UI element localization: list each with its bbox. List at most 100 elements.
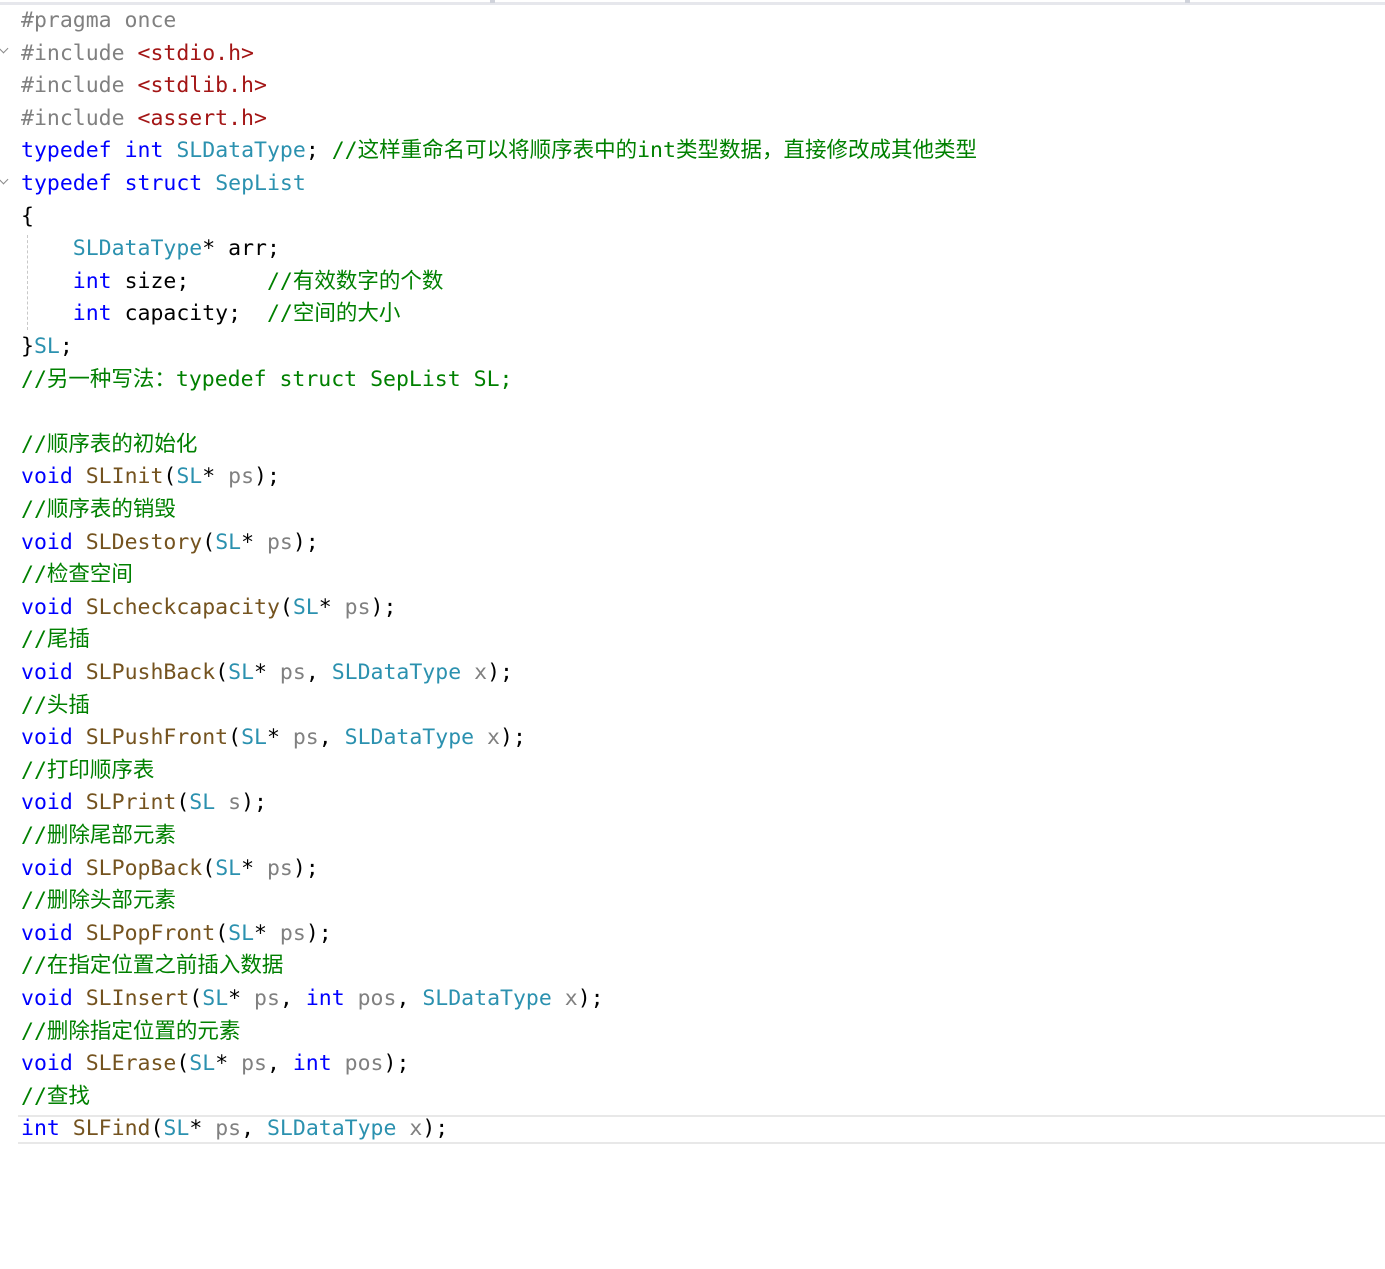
- code-token: SLInsert: [85, 986, 190, 1011]
- code-line[interactable]: //检查空间: [21, 559, 133, 591]
- code-token: SLDataType: [266, 1116, 397, 1142]
- code-token: pos: [357, 986, 397, 1011]
- code-token: SL: [176, 464, 203, 490]
- code-line[interactable]: //顺序表的销毁: [21, 494, 176, 526]
- code-line[interactable]: void SLcheckcapacity(SL* ps);: [21, 592, 396, 624]
- code-token: SLDataType: [331, 660, 462, 685]
- code-line[interactable]: #include <stdio.h>: [21, 38, 254, 70]
- code-line[interactable]: //打印顺序表: [21, 755, 154, 787]
- code-line[interactable]: }SL;: [21, 331, 73, 363]
- outline-collapse-icon[interactable]: [0, 43, 9, 54]
- code-token: void: [21, 790, 73, 816]
- code-token: *: [266, 725, 293, 751]
- code-token: (: [202, 855, 216, 881]
- code-token: void: [21, 986, 73, 1011]
- code-token: SLcheckcapacity: [85, 594, 280, 620]
- code-token: void: [21, 529, 73, 555]
- code-token: //头插: [21, 692, 90, 718]
- code-line[interactable]: //删除指定位置的元素: [21, 1016, 240, 1048]
- code-line[interactable]: void SLDestory(SL* ps);: [21, 527, 319, 559]
- code-line[interactable]: void SLInsert(SL* ps, int pos, SLDataTyp…: [21, 983, 604, 1015]
- code-line[interactable]: void SLPopFront(SL* ps);: [21, 918, 332, 950]
- code-line[interactable]: void SLPushFront(SL* ps, SLDataType x);: [21, 722, 526, 754]
- code-token: void: [21, 464, 73, 490]
- code-line[interactable]: void SLPushBack(SL* ps, SLDataType x);: [21, 657, 513, 689]
- code-token: int: [21, 1116, 60, 1142]
- code-token: ps: [266, 855, 293, 881]
- code-token: //打印顺序表: [21, 757, 155, 783]
- code-token: //检查空间: [21, 562, 133, 588]
- code-token: #include: [21, 105, 138, 131]
- code-line[interactable]: //删除尾部元素: [21, 820, 176, 852]
- code-token: //另一种写法：typedef struct SepList SL;: [21, 366, 513, 392]
- code-token: );: [500, 725, 526, 751]
- code-line[interactable]: #include <stdlib.h>: [21, 70, 267, 102]
- code-line[interactable]: typedef struct SepList: [21, 168, 306, 200]
- code-line[interactable]: SLDataType* arr;: [21, 233, 280, 265]
- code-token: //删除指定位置的元素: [21, 1018, 241, 1044]
- code-token: *: [254, 660, 280, 685]
- code-token: //删除头部元素: [21, 888, 176, 914]
- code-token: size;: [111, 268, 267, 294]
- code-token: (: [163, 464, 177, 490]
- code-token: SL: [215, 855, 242, 881]
- code-line[interactable]: //另一种写法：typedef struct SepList SL;: [21, 364, 512, 396]
- code-token: //查找: [21, 1083, 90, 1109]
- code-token: );: [370, 594, 397, 620]
- code-token: SepList: [215, 171, 306, 196]
- tab-separator: [490, 0, 495, 3]
- code-line[interactable]: int SLFind(SL* ps, SLDataType x);: [21, 1113, 448, 1145]
- code-token: ;: [305, 138, 332, 164]
- code-line[interactable]: void SLErase(SL* ps, int pos);: [21, 1048, 409, 1080]
- code-line[interactable]: //头插: [21, 690, 90, 722]
- code-token: (: [189, 986, 203, 1011]
- code-line[interactable]: //顺序表的初始化: [21, 429, 197, 461]
- code-token: ,: [396, 986, 423, 1011]
- code-token: ps: [279, 660, 306, 685]
- code-token: );: [254, 464, 280, 490]
- code-token: void: [21, 594, 73, 620]
- code-line[interactable]: void SLInit(SL* ps);: [21, 461, 280, 493]
- code-token: //这样重命名可以将顺序表中的int类型数据，直接修改成其他类型: [331, 138, 977, 164]
- code-token: ps: [266, 529, 293, 555]
- code-line[interactable]: //尾插: [21, 624, 90, 656]
- code-token: ,: [318, 725, 345, 751]
- code-line[interactable]: //删除头部元素: [21, 885, 176, 917]
- code-token: SLPopFront: [85, 920, 216, 946]
- code-line[interactable]: void SLPrint(SL s);: [21, 787, 267, 819]
- outline-collapse-icon[interactable]: [0, 174, 9, 185]
- code-line[interactable]: #pragma once: [21, 5, 176, 37]
- code-line[interactable]: void SLPopBack(SL* ps);: [21, 853, 319, 885]
- code-token: ps: [279, 920, 306, 946]
- code-line[interactable]: int size; //有效数字的个数: [21, 266, 444, 298]
- code-line[interactable]: typedef int SLDataType; //这样重命名可以将顺序表中的i…: [21, 135, 977, 167]
- code-token: int: [124, 138, 164, 164]
- code-token: void: [21, 920, 73, 946]
- code-token: int: [72, 268, 112, 294]
- code-line[interactable]: {: [21, 201, 34, 233]
- code-token: void: [21, 1051, 73, 1077]
- code-token: *: [254, 920, 280, 946]
- code-token: typedef: [21, 171, 112, 196]
- code-token: SL: [228, 920, 255, 946]
- code-token: SLPrint: [85, 790, 177, 816]
- code-token: );: [292, 855, 319, 881]
- code-line[interactable]: //查找: [21, 1081, 90, 1113]
- code-token: x: [487, 725, 500, 751]
- code-token: ps: [241, 1051, 267, 1077]
- code-line[interactable]: int capacity; //空间的大小: [21, 298, 401, 330]
- code-token: );: [487, 660, 513, 685]
- code-token: SL: [292, 594, 319, 620]
- code-line[interactable]: //在指定位置之前插入数据: [21, 950, 283, 982]
- code-line[interactable]: #include <assert.h>: [21, 103, 267, 135]
- code-token: //顺序表的销毁: [21, 497, 176, 522]
